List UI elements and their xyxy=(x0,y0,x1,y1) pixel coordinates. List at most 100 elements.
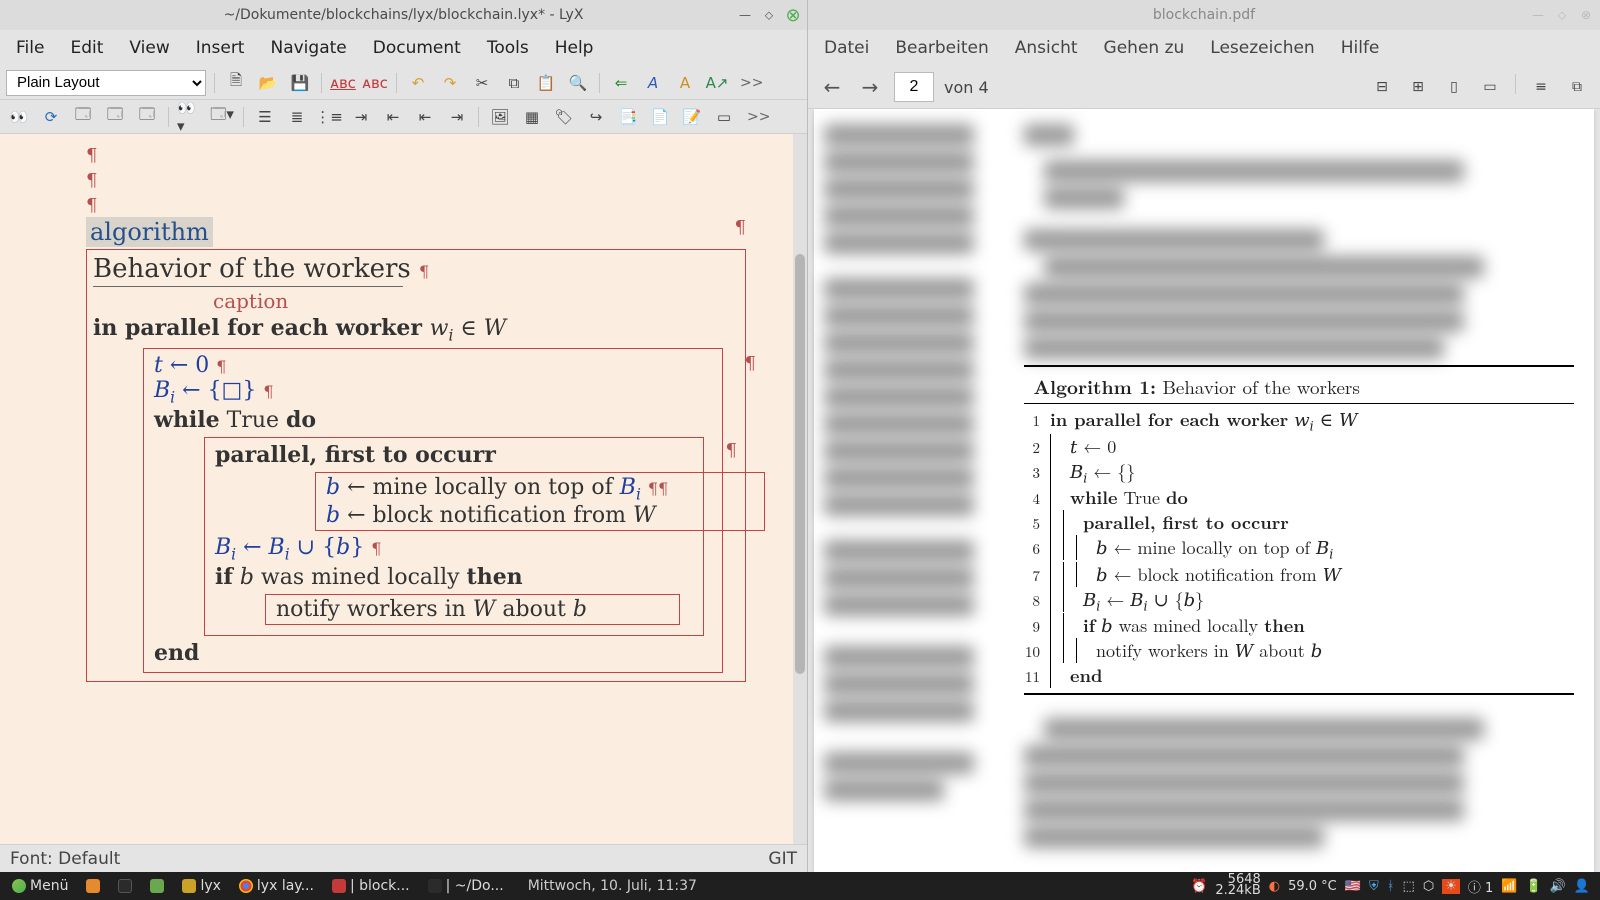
redo-icon[interactable]: ↷ xyxy=(437,70,463,96)
shield-icon[interactable]: ⛨ xyxy=(1369,879,1379,894)
open-file-icon[interactable]: 📂 xyxy=(255,70,281,96)
menu-gehenzu[interactable]: Gehen zu xyxy=(1092,34,1197,62)
cpu-temp-label[interactable]: 59.0 °C xyxy=(1288,879,1337,894)
menu-navigate[interactable]: Navigate xyxy=(258,34,358,62)
indent-left-icon[interactable]: ⇤ xyxy=(412,104,438,130)
battery-icon[interactable]: 🔋 xyxy=(1525,879,1541,894)
indent-right-icon[interactable]: ⇥ xyxy=(444,104,470,130)
parallel-first-heading: parallel, first to occurr xyxy=(215,442,693,468)
maximize-icon[interactable]: ⬦ xyxy=(1554,7,1570,23)
view-dropdown-icon[interactable]: 👀▾ xyxy=(177,104,203,130)
export-icon[interactable]: 🗔 xyxy=(134,104,160,130)
alarm-icon[interactable]: ⏰ xyxy=(1191,879,1207,894)
menu-ansicht[interactable]: Ansicht xyxy=(1003,34,1090,62)
maximize-icon[interactable]: ⬦ xyxy=(761,7,777,23)
cut-icon[interactable]: ✂ xyxy=(469,70,495,96)
paragraph-layout-select[interactable]: Plain Layout xyxy=(6,70,206,96)
clock[interactable]: Mittwoch, 10. Juli, 11:37 xyxy=(514,878,711,894)
list-enum-icon[interactable]: ⋮≡ xyxy=(316,104,342,130)
lyx-window: ~/Dokumente/blockchains/lyx/blockchain.l… xyxy=(0,0,808,872)
export-dropdown-icon[interactable]: 🗔▾ xyxy=(209,104,235,130)
view-icon[interactable]: 👀 xyxy=(6,104,32,130)
noun-icon[interactable]: A xyxy=(672,70,698,96)
toolbar-overflow-icon-2[interactable]: >> xyxy=(743,109,774,125)
insert-ref-icon[interactable]: ↪ xyxy=(583,104,609,130)
new-file-icon[interactable]: 🗎 xyxy=(223,70,249,96)
fit-width-icon[interactable]: ▭ xyxy=(1477,74,1503,100)
zoom-in-icon[interactable]: ⊞ xyxy=(1405,74,1431,100)
insert-note-icon[interactable]: 📝 xyxy=(679,104,705,130)
menu-tools[interactable]: Tools xyxy=(475,34,541,62)
spellcheck-icon[interactable]: ᴀʙᴄ xyxy=(330,70,356,96)
redshift-icon[interactable]: ◐ xyxy=(1269,879,1280,894)
bluetooth-icon[interactable]: ᚼ xyxy=(1387,879,1395,894)
wifi-icon[interactable]: 📶 xyxy=(1501,879,1517,894)
menu-insert[interactable]: Insert xyxy=(184,34,257,62)
pdf-page-area[interactable]: Algorithm 1: Behavior of the workers 1in… xyxy=(808,109,1600,872)
save-file-icon[interactable]: 💾 xyxy=(287,70,313,96)
files-launcher-icon[interactable] xyxy=(142,877,172,895)
volume-icon[interactable]: 🔊 xyxy=(1550,879,1566,894)
show-desktop-icon[interactable] xyxy=(78,877,108,895)
menu-datei[interactable]: Datei xyxy=(812,34,881,62)
user-icon[interactable]: 👤 xyxy=(1574,879,1590,894)
scrollbar-vertical[interactable] xyxy=(793,134,807,844)
emphasize-icon[interactable]: A xyxy=(640,70,666,96)
dropbox-icon[interactable]: ⬚ xyxy=(1403,879,1415,894)
fit-page-icon[interactable]: ▯ xyxy=(1441,74,1467,100)
menu-document[interactable]: Document xyxy=(361,34,473,62)
start-menu-button[interactable]: Menü xyxy=(4,876,76,896)
list-bullet-icon[interactable]: ☰ xyxy=(252,104,278,130)
apply-style-icon[interactable]: A↗ xyxy=(704,70,730,96)
list-number-icon[interactable]: ≣ xyxy=(284,104,310,130)
paste-icon[interactable]: 📋 xyxy=(533,70,559,96)
minimize-icon[interactable]: — xyxy=(737,7,753,23)
desktop-taskbar: Menü lyx lyx lay... | block... | ~/Do...… xyxy=(0,872,1600,900)
task-files-lyx[interactable]: lyx xyxy=(174,876,228,896)
menu-hilfe[interactable]: Hilfe xyxy=(1329,34,1392,62)
task-terminal[interactable]: | ~/Do... xyxy=(420,876,512,896)
algorithm-caption-text[interactable]: Behavior of the workers ¶ xyxy=(93,254,429,284)
toolbar-overflow-icon[interactable]: >> xyxy=(736,75,767,91)
view-master-icon[interactable]: 🗔 xyxy=(70,104,96,130)
keyboard-layout-icon[interactable]: 🇺🇸 xyxy=(1345,879,1361,894)
menu-help[interactable]: Help xyxy=(543,34,606,62)
depth-increase-icon[interactable]: ⇥ xyxy=(348,104,374,130)
task-pdf[interactable]: | block... xyxy=(324,876,418,896)
terminal-launcher-icon[interactable] xyxy=(110,877,140,895)
close-icon[interactable]: ⊗ xyxy=(785,7,801,23)
page-number-input[interactable] xyxy=(894,72,934,102)
menu-file[interactable]: File xyxy=(4,34,56,62)
menu-view[interactable]: View xyxy=(117,34,181,62)
find-replace-icon[interactable]: 🔍 xyxy=(565,70,591,96)
algorithm-env-label[interactable]: algorithm xyxy=(86,217,213,247)
zoom-out-icon[interactable]: ⊟ xyxy=(1369,74,1395,100)
insert-table-icon[interactable]: ▦ xyxy=(519,104,545,130)
nav-back-icon[interactable]: ← xyxy=(818,73,846,101)
insert-citation-icon[interactable]: 📑 xyxy=(615,104,641,130)
view-dual-icon[interactable]: ⧉ xyxy=(1564,74,1590,100)
brightness-icon[interactable]: ☀ xyxy=(1442,879,1460,894)
info-icon[interactable]: ⓘ 1 xyxy=(1468,877,1493,896)
menu-bearbeiten[interactable]: Bearbeiten xyxy=(883,34,1000,62)
lyx-editor[interactable]: ¶ ¶ ¶ algorithm ¶ Behavior of the worker… xyxy=(0,134,793,844)
navigate-back-icon[interactable]: ⇐ xyxy=(608,70,634,96)
close-icon[interactable]: ⊗ xyxy=(1578,7,1594,23)
undo-icon[interactable]: ↶ xyxy=(405,70,431,96)
insert-box-icon[interactable]: ▭ xyxy=(711,104,737,130)
menu-edit[interactable]: Edit xyxy=(58,34,115,62)
minimize-icon[interactable]: — xyxy=(1530,7,1546,23)
task-chrome[interactable]: lyx lay... xyxy=(231,876,322,896)
insert-figure-icon[interactable]: 🖼 xyxy=(487,104,513,130)
update-icon[interactable]: ⟳ xyxy=(38,104,64,130)
insert-index-icon[interactable]: 📄 xyxy=(647,104,673,130)
copy-icon[interactable]: ⧉ xyxy=(501,70,527,96)
insert-label-icon[interactable]: 🏷 xyxy=(551,104,577,130)
nav-forward-icon[interactable]: → xyxy=(856,73,884,101)
updates-icon[interactable]: ⬡ xyxy=(1423,879,1434,894)
view-other-icon[interactable]: 🗔 xyxy=(102,104,128,130)
menu-lesezeichen[interactable]: Lesezeichen xyxy=(1198,34,1326,62)
depth-decrease-icon[interactable]: ⇤ xyxy=(380,104,406,130)
spellcheck-continuous-icon[interactable]: ᴀʙᴄ xyxy=(362,70,388,96)
view-continuous-icon[interactable]: ≡ xyxy=(1528,74,1554,100)
